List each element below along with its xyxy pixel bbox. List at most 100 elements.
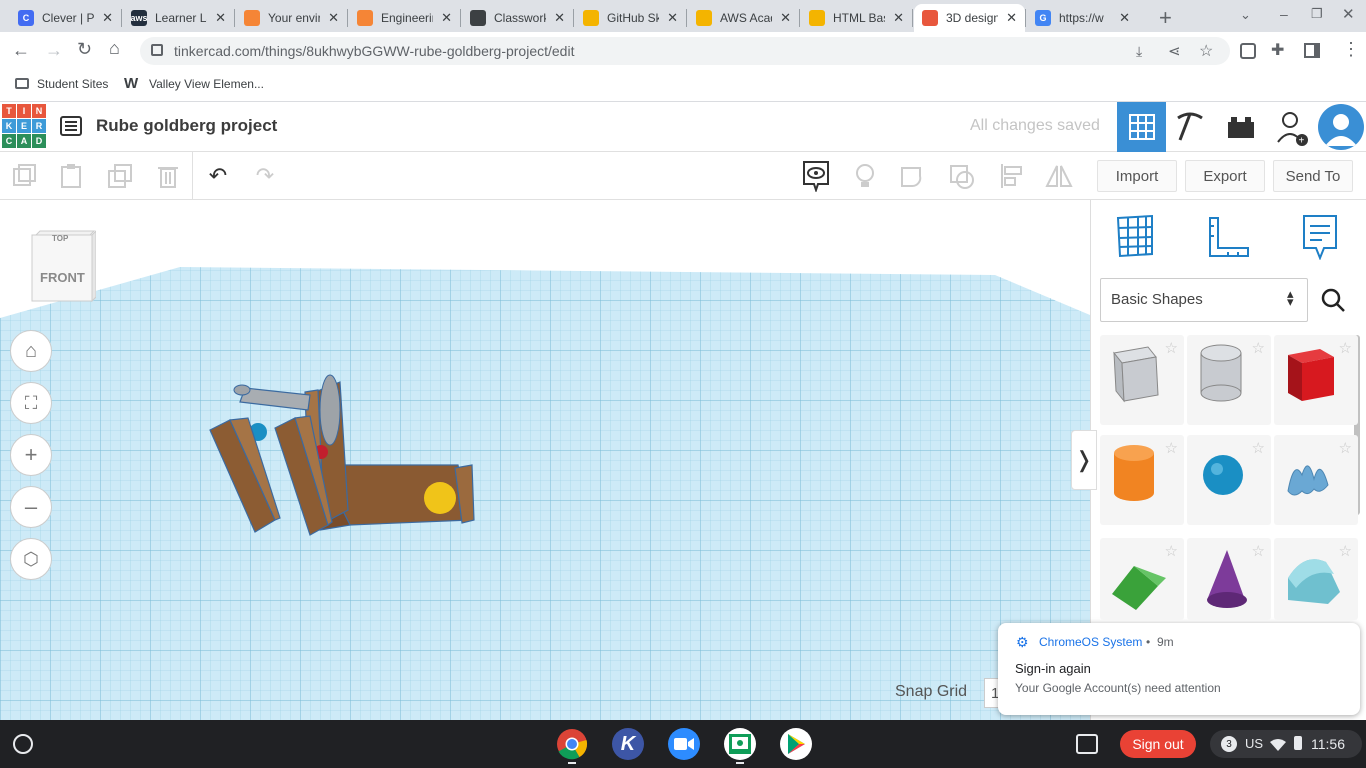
browser-tab[interactable]: 3D design ✕	[914, 4, 1025, 32]
puzzle-extensions-icon[interactable]: ✚	[1271, 40, 1284, 60]
group-shape-icon[interactable]	[900, 162, 928, 190]
design-list-icon[interactable]	[60, 116, 82, 136]
collapse-panel-chevron-icon[interactable]: ❭	[1071, 430, 1097, 490]
star-icon[interactable]: ☆	[1339, 339, 1352, 357]
3d-design-view-button[interactable]	[1117, 102, 1166, 152]
send-to-button[interactable]: Send To	[1273, 160, 1353, 192]
star-icon[interactable]: ☆	[1252, 439, 1265, 457]
browser-tab[interactable]: AWS Academy ✕	[688, 4, 799, 32]
restore-window-button[interactable]: ❐	[1311, 6, 1323, 22]
zoom-in-button[interactable]: +	[10, 434, 52, 476]
side-panel-icon[interactable]	[1304, 43, 1320, 58]
perspective-button[interactable]: ⬡	[10, 538, 52, 580]
mirror-icon[interactable]	[1045, 162, 1073, 190]
star-icon[interactable]: ☆	[1165, 542, 1178, 560]
browser-menu-icon[interactable]: ⋮	[1342, 39, 1360, 60]
star-icon[interactable]: ☆	[1165, 339, 1178, 357]
shape-tile[interactable]: ☆	[1100, 335, 1184, 425]
bricks-icon[interactable]	[1226, 114, 1256, 145]
close-tab-icon[interactable]: ✕	[328, 10, 339, 26]
bookmark-valley-view[interactable]: Valley View Elemen...	[149, 77, 264, 91]
bookmark-star-icon[interactable]: ☆	[1199, 41, 1213, 61]
star-icon[interactable]: ☆	[1252, 339, 1265, 357]
star-icon[interactable]: ☆	[1252, 542, 1265, 560]
close-tab-icon[interactable]: ✕	[441, 10, 452, 26]
close-tab-icon[interactable]: ✕	[102, 10, 113, 26]
ungroup-shape-icon[interactable]	[949, 162, 977, 190]
star-icon[interactable]: ☆	[1339, 439, 1352, 457]
add-user-icon[interactable]: +	[1276, 110, 1310, 151]
close-tab-icon[interactable]: ✕	[780, 10, 791, 26]
copy-icon[interactable]	[10, 162, 38, 190]
browser-tab[interactable]: aws Learner Lab ✕	[123, 4, 234, 32]
home-icon[interactable]: ⌂	[109, 38, 120, 59]
workplane-viewport[interactable]	[0, 200, 1090, 720]
redo-icon[interactable]: ↷	[251, 162, 279, 190]
classroom-app-icon[interactable]	[724, 728, 756, 760]
tinkercad-logo[interactable]: TIN KER CAD	[2, 104, 46, 148]
paste-icon[interactable]	[57, 162, 85, 190]
close-tab-icon[interactable]: ✕	[893, 10, 904, 26]
home-view-button[interactable]: ⌂	[10, 330, 52, 372]
fit-view-button[interactable]: ⛶	[10, 382, 52, 424]
shape-tile[interactable]: ☆	[1274, 335, 1358, 425]
extension-icon[interactable]	[1240, 43, 1256, 59]
shape-tile[interactable]: ☆	[1274, 538, 1358, 620]
project-title[interactable]: Rube goldberg project	[96, 116, 277, 136]
close-tab-icon[interactable]: ✕	[554, 10, 565, 26]
reload-icon[interactable]: ↻	[77, 39, 92, 60]
play-store-app-icon[interactable]	[780, 728, 812, 760]
browser-tab[interactable]: Ghttps://w ✕	[1027, 4, 1138, 32]
bookmark-student-sites[interactable]: Student Sites	[37, 77, 108, 91]
k-app-icon[interactable]: K	[612, 728, 644, 760]
share-icon[interactable]: ⋖	[1168, 42, 1181, 60]
align-icon[interactable]	[998, 162, 1026, 190]
close-tab-icon[interactable]: ✕	[1119, 10, 1130, 26]
close-tab-icon[interactable]: ✕	[667, 10, 678, 26]
tab-search-chevron-icon[interactable]: ⌄	[1240, 7, 1251, 23]
lightbulb-icon[interactable]	[851, 162, 879, 190]
browser-tab[interactable]: C Clever | Portal ✕	[10, 4, 121, 32]
close-tab-icon[interactable]: ✕	[1006, 10, 1017, 26]
shape-tile[interactable]: ☆	[1187, 435, 1271, 525]
zoom-app-icon[interactable]	[668, 728, 700, 760]
close-window-button[interactable]: ✕	[1342, 5, 1355, 23]
browser-tab[interactable]: Your environments ✕	[236, 4, 347, 32]
import-button[interactable]: Import	[1097, 160, 1177, 192]
minimize-window-button[interactable]: –	[1280, 6, 1288, 22]
star-icon[interactable]: ☆	[1165, 439, 1178, 457]
browser-tab[interactable]: Engineering ✕	[349, 4, 460, 32]
notes-tool-icon[interactable]	[1302, 214, 1338, 265]
workplane-tool-icon[interactable]	[1114, 214, 1156, 263]
browser-tab[interactable]: Classwork ✕	[462, 4, 573, 32]
back-arrow-icon[interactable]: ←	[12, 40, 30, 61]
pickaxe-icon[interactable]	[1172, 108, 1208, 149]
browser-tab[interactable]: HTML Basics ✕	[801, 4, 912, 32]
workplane-grid[interactable]	[0, 200, 1090, 720]
duplicate-icon[interactable]	[106, 162, 134, 190]
export-button[interactable]: Export	[1185, 160, 1265, 192]
shape-tile[interactable]: ☆	[1187, 335, 1271, 425]
shape-tile[interactable]: ☆	[1187, 538, 1271, 620]
new-tab-button[interactable]: +	[1159, 5, 1172, 31]
shape-tile[interactable]: ☆	[1274, 435, 1358, 525]
close-tab-icon[interactable]: ✕	[215, 10, 226, 26]
star-icon[interactable]: ☆	[1339, 542, 1352, 560]
site-info-icon[interactable]	[151, 44, 163, 56]
install-app-icon[interactable]: ⤓	[1136, 43, 1142, 60]
shape-tile[interactable]: ☆	[1100, 538, 1184, 620]
sign-out-button[interactable]: Sign out	[1120, 730, 1196, 758]
delete-trash-icon[interactable]	[154, 162, 182, 190]
url-text[interactable]: tinkercad.com/things/8ukhwybGGWW-rube-go…	[174, 43, 574, 59]
chrome-app-icon[interactable]	[556, 728, 588, 765]
user-avatar[interactable]	[1318, 104, 1364, 150]
browser-tab[interactable]: GitHub Skills ✕	[575, 4, 686, 32]
zoom-out-button[interactable]: –	[10, 486, 52, 528]
ruler-tool-icon[interactable]	[1206, 216, 1250, 265]
launcher-button[interactable]	[13, 734, 33, 754]
shape-search-button[interactable]	[1310, 278, 1356, 322]
forward-arrow-icon[interactable]: →	[45, 40, 63, 61]
notes-view-icon[interactable]	[802, 160, 830, 197]
tote-icon[interactable]	[1076, 734, 1098, 754]
shape-tile[interactable]: ☆	[1100, 435, 1184, 525]
